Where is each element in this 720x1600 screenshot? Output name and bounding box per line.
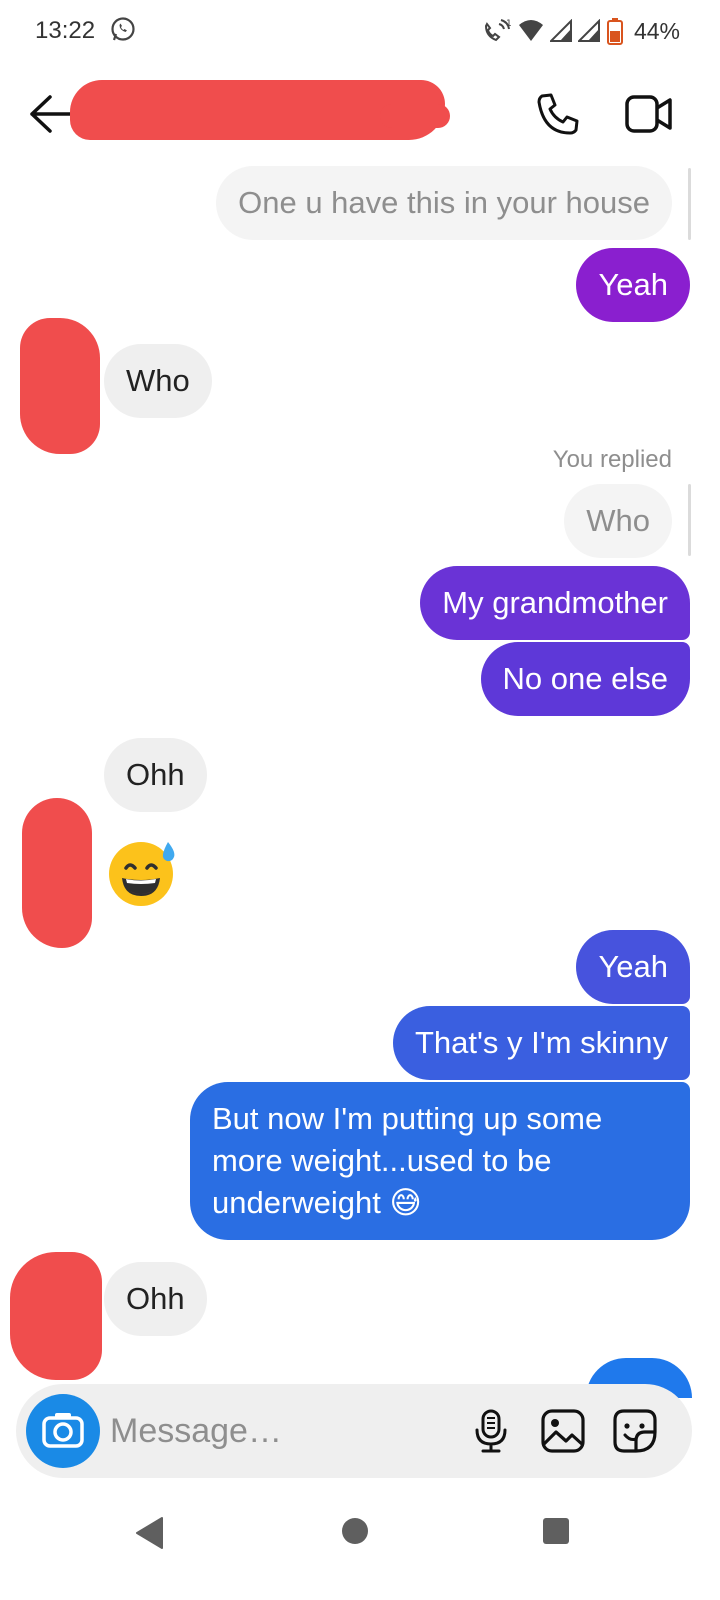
outgoing-message[interactable]: Yeah (576, 930, 690, 1004)
message-line: more weight...used to be (212, 1143, 552, 1178)
outgoing-message[interactable]: Yeah (576, 248, 690, 322)
incoming-message[interactable]: Who (104, 344, 212, 418)
message-input[interactable] (110, 1406, 450, 1456)
redacted-avatar (10, 1252, 102, 1380)
sticker-icon[interactable] (612, 1408, 658, 1454)
outgoing-message-multiline[interactable]: But now I'm putting up some more weight.… (190, 1082, 690, 1240)
reply-indicator-line (688, 484, 691, 556)
camera-icon (42, 1413, 84, 1448)
redacted-avatar (22, 798, 92, 948)
outgoing-message[interactable]: That's y I'm skinny (392, 1006, 690, 1080)
home-circle-icon[interactable] (340, 1516, 370, 1546)
redacted-avatar (20, 318, 100, 454)
gallery-icon[interactable] (540, 1408, 586, 1454)
quoted-message[interactable]: One u have this in your house (216, 166, 672, 240)
message-composer (16, 1384, 692, 1478)
incoming-message[interactable]: Ohh (104, 1262, 207, 1336)
message-line: But now I'm putting up some (212, 1101, 603, 1136)
message-line: underweight 😅 (212, 1185, 422, 1220)
message-thread: One u have this in your house Yeah Who Y… (0, 0, 720, 1600)
grinning-sweat-emoji-icon[interactable] (106, 838, 180, 908)
system-nav-bar (0, 1490, 720, 1600)
reply-label: You replied (552, 446, 672, 473)
back-triangle-icon[interactable] (134, 1516, 164, 1550)
reply-indicator-line (688, 168, 691, 240)
outgoing-message[interactable]: No one else (480, 642, 690, 716)
recents-square-icon[interactable] (541, 1516, 571, 1546)
incoming-message[interactable]: Ohh (104, 738, 207, 812)
quoted-message[interactable]: Who (564, 484, 672, 558)
microphone-icon[interactable] (468, 1408, 514, 1454)
camera-button[interactable] (26, 1394, 100, 1468)
outgoing-message[interactable]: My grandmother (420, 566, 690, 640)
